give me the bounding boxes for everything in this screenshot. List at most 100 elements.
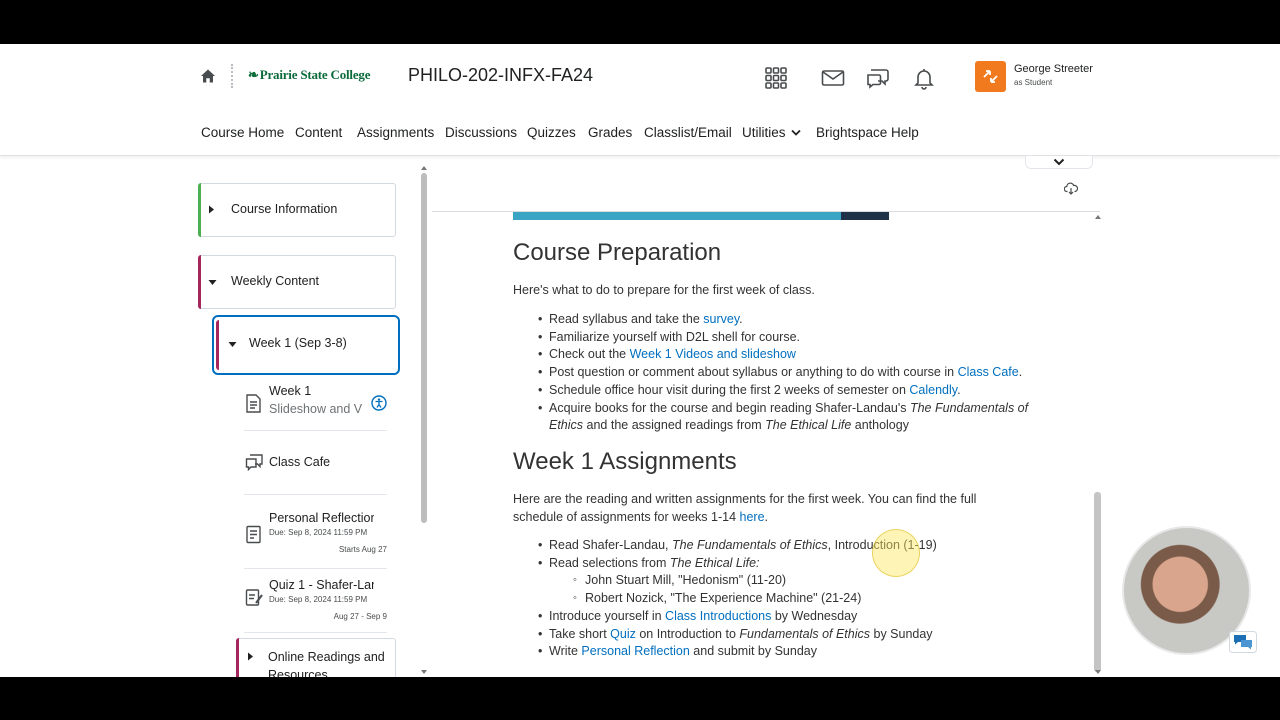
module-course-information[interactable]: Course Information (198, 183, 396, 237)
user-avatar[interactable] (975, 61, 1006, 92)
topic-quiz-1[interactable]: Quiz 1 - Shafer-Lan Due: Sep 8, 2024 11:… (244, 574, 387, 633)
sub-list-item: John Stuart Mill, "Hedonism" (11-20) (513, 572, 1013, 590)
discussion-icon (245, 454, 263, 472)
module-color-bar (216, 320, 219, 370)
scroll-thumb[interactable] (421, 173, 427, 523)
list-item: Acquire books for the course and begin r… (513, 400, 1033, 435)
module-color-bar (198, 255, 201, 309)
home-icon[interactable] (200, 68, 216, 84)
scroll-up-icon[interactable] (1094, 214, 1102, 220)
nav-quizzes[interactable]: Quizzes (527, 125, 576, 140)
topic-title-line2: Slideshow and V (269, 402, 363, 416)
quiz-link[interactable]: Quiz (610, 627, 636, 641)
impersonate-icon (983, 70, 998, 83)
nav-grades[interactable]: Grades (588, 125, 632, 140)
topic-title: Personal Reflection (269, 511, 374, 525)
module-online-readings[interactable]: Online Readings and Resources (236, 638, 396, 677)
nav-assignments[interactable]: Assignments (357, 125, 434, 140)
module-color-bar (236, 638, 239, 677)
calendly-link[interactable]: Calendly (909, 383, 957, 397)
chevron-down-icon (1053, 158, 1065, 166)
personal-reflection-link[interactable]: Personal Reflection (581, 644, 689, 658)
caret-right-icon (209, 205, 214, 214)
table-of-contents: Course Information Weekly Content Week 1… (198, 156, 428, 677)
nav-utilities[interactable]: Utilities (742, 125, 801, 140)
topic-title: Class Cafe (269, 455, 331, 469)
toc-scrollbar[interactable] (420, 165, 428, 675)
nav-content[interactable]: Content (295, 125, 342, 140)
scroll-thumb[interactable] (1094, 492, 1101, 672)
mail-icon[interactable] (821, 66, 845, 90)
download-icon[interactable] (1064, 182, 1078, 195)
week1-assignments-heading: Week 1 Assignments (513, 448, 737, 475)
caret-down-icon (228, 342, 237, 347)
topic-start-date: Starts Aug 27 (338, 545, 387, 554)
module-color-bar (198, 183, 201, 237)
user-role: as Student (1014, 78, 1053, 87)
topic-week1-slideshow[interactable]: Week 1 Slideshow and V (244, 380, 387, 431)
banner-image (513, 212, 889, 220)
list-item: Read selections from The Ethical Life: (513, 555, 1013, 573)
nav-discussions[interactable]: Discussions (445, 125, 517, 140)
survey-link[interactable]: survey (703, 312, 739, 326)
help-chat-icon[interactable] (1229, 631, 1257, 653)
content-scrollbar[interactable] (1093, 214, 1102, 676)
nav-classlist-email[interactable]: Classlist/Email (644, 125, 732, 140)
list-item: Read Shafer-Landau, The Fundamentals of … (513, 537, 1013, 555)
module-week-1[interactable]: Week 1 (Sep 3-8) (212, 315, 400, 375)
collapse-toggle[interactable] (1025, 156, 1093, 169)
list-item: Schedule office hour visit during the fi… (513, 382, 1033, 400)
topic-due-date: Due: Sep 8, 2024 11:59 PM (269, 595, 368, 604)
course-preparation-heading: Course Preparation (513, 239, 722, 266)
list-item: Write Personal Reflection and submit by … (513, 643, 1013, 661)
topic-title: Quiz 1 - Shafer-Lan (269, 578, 374, 592)
list-item: Familiarize yourself with D2L shell for … (513, 329, 1033, 347)
topic-due-date: Due: Sep 8, 2024 11:59 PM (269, 528, 368, 537)
bell-icon[interactable] (912, 66, 936, 90)
chat-icon[interactable] (866, 66, 890, 90)
list-item: Introduce yourself in Class Introduction… (513, 608, 1013, 626)
accessibility-icon[interactable] (371, 395, 387, 411)
nav-course-home[interactable]: Course Home (201, 125, 284, 140)
document-icon (246, 394, 261, 413)
browser-page: ❧Prairie State College PHILO-202-INFX-FA… (0, 44, 1280, 677)
prep-list: Read syllabus and take the survey. Famil… (513, 311, 1033, 435)
topic-class-cafe[interactable]: Class Cafe (244, 446, 387, 495)
user-name[interactable]: George Streeter (1014, 63, 1093, 75)
scroll-down-icon[interactable] (1094, 669, 1102, 675)
topic-title-line1: Week 1 (269, 384, 312, 398)
list-item: Read syllabus and take the survey. (513, 311, 1033, 329)
class-cafe-link[interactable]: Class Cafe (958, 365, 1019, 379)
cursor-highlight (872, 529, 920, 577)
module-label: Course Information (231, 202, 338, 216)
college-logo[interactable]: ❧Prairie State College (248, 67, 370, 83)
assign-list: Read Shafer-Landau, The Fundamentals of … (513, 537, 1013, 661)
minibar: ❧Prairie State College PHILO-202-INFX-FA… (0, 44, 1280, 111)
nav-brightspace-help[interactable]: Brightspace Help (816, 125, 919, 140)
module-weekly-content[interactable]: Weekly Content (198, 255, 396, 309)
caret-right-icon (248, 652, 253, 661)
module-label: Weekly Content (231, 274, 320, 288)
assign-intro: Here are the reading and written assignm… (513, 492, 977, 524)
module-label: Week 1 (Sep 3-8) (249, 336, 347, 350)
sub-list-item: Robert Nozick, "The Experience Machine" … (513, 590, 1013, 608)
banner-image-edge (841, 212, 889, 220)
caret-down-icon (208, 280, 217, 285)
topic-date-range: Aug 27 - Sep 9 (333, 612, 387, 621)
assignment-icon (246, 525, 261, 544)
divider (231, 64, 235, 88)
apps-grid-icon[interactable] (764, 66, 788, 90)
module-label: Online Readings and Resources (268, 650, 385, 677)
chevron-down-icon (790, 129, 801, 136)
quiz-icon (245, 589, 263, 606)
nav-utilities-label: Utilities (742, 125, 786, 140)
topic-personal-reflection[interactable]: Personal Reflection Due: Sep 8, 2024 11:… (244, 510, 387, 569)
list-item: Check out the Week 1 Videos and slidesho… (513, 346, 1033, 364)
leaf-icon: ❧ (248, 67, 259, 82)
week1-videos-link[interactable]: Week 1 Videos and slideshow (630, 347, 796, 361)
scroll-down-icon[interactable] (420, 669, 428, 675)
scroll-up-icon[interactable] (420, 165, 428, 171)
class-introductions-link[interactable]: Class Introductions (665, 609, 771, 623)
course-title[interactable]: PHILO-202-INFX-FA24 (408, 65, 593, 86)
schedule-here-link[interactable]: here (740, 510, 765, 524)
